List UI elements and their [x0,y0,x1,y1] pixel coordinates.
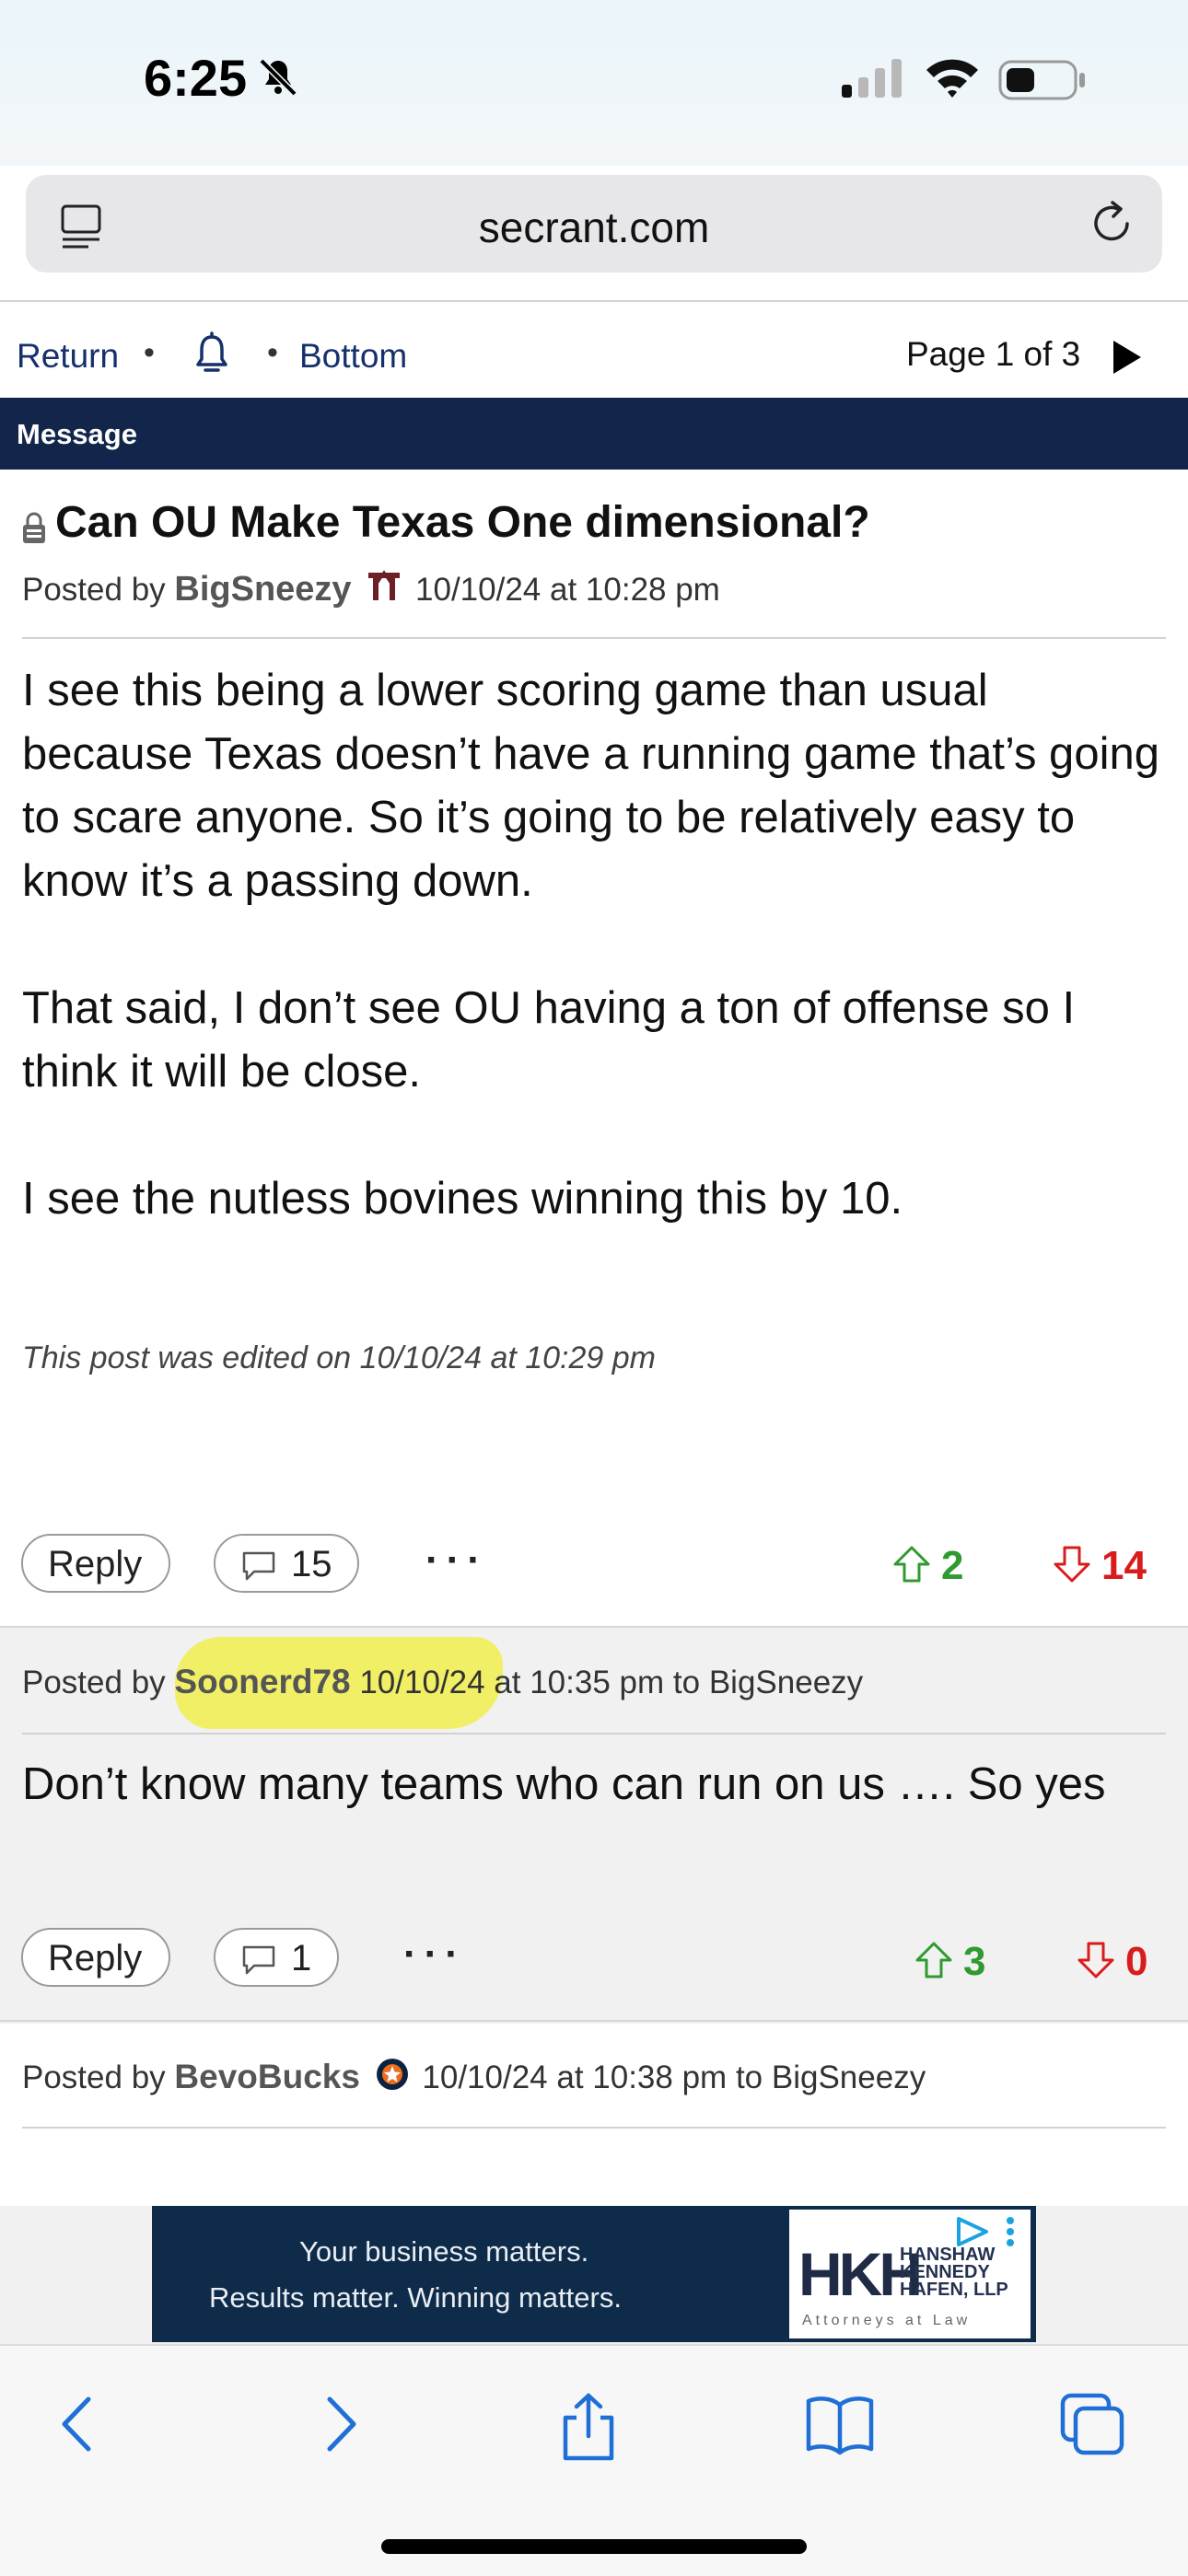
up-arrow-icon [915,1942,952,1978]
team-logo-icon [376,2059,408,2090]
upvote-button[interactable]: 2 [891,1543,963,1589]
tabs-icon[interactable] [1059,2392,1127,2456]
author-link[interactable]: BevoBucks [174,2058,360,2095]
divider [22,1733,1166,1735]
down-arrow-icon [1054,1546,1090,1583]
downvote-count: 14 [1101,1543,1147,1588]
adchoices-icon[interactable] [953,2213,1027,2250]
divider [0,2020,1188,2022]
downvote-button[interactable]: 0 [1076,1939,1147,1985]
page-indicator: Page 1 of 3 [906,335,1081,373]
forward-icon[interactable] [317,2392,363,2456]
ad-firm-name: HANSHAW KENNEDY HAFEN, LLP [900,2245,1008,2300]
to-label: to [672,1665,701,1700]
posted-by-label: Posted by [22,1665,166,1700]
edited-note: This post was edited on 10/10/24 at 10:2… [22,1340,657,1375]
more-options-button[interactable]: ··· [425,1537,488,1584]
next-page-icon[interactable] [1112,339,1143,376]
post-meta: Posted by BigSneezy 10/10/24 at 10:28 pm [22,569,720,609]
divider [22,637,1166,639]
wifi-icon [926,59,978,98]
divider [0,300,1188,302]
downvote-count: 0 [1125,1939,1148,1984]
reply-timestamp: 10/10/24 at 10:35 pm [359,1665,665,1700]
upvote-count: 3 [963,1939,986,1984]
upvote-button[interactable]: 3 [914,1939,985,1985]
home-indicator[interactable] [381,2539,807,2554]
downvote-button[interactable]: 14 [1052,1543,1147,1589]
message-header-label: Message [17,418,137,450]
author-link[interactable]: Soonerd78 [174,1663,350,1700]
thread-nav: Return • • Bottom Page 1 of 3 [0,313,1188,398]
post-paragraph: I see the nutless bovines winning this b… [22,1174,903,1224]
reply-label: Reply [48,1938,143,1978]
down-arrow-icon [1077,1942,1114,1978]
message-header: Message [0,398,1188,470]
bottom-link[interactable]: Bottom [299,337,407,376]
share-icon[interactable] [556,2392,621,2462]
divider [22,2127,1166,2129]
separator: • [267,335,278,370]
post-paragraph: That said, I don’t see OU having a ton o… [22,983,1076,1097]
separator: • [144,335,155,370]
more-options-button[interactable]: ··· [403,1932,466,1978]
replies-count-button[interactable]: 1 [214,1928,339,1987]
reload-icon[interactable] [1085,197,1138,250]
lock-icon [23,512,45,543]
ad-headline: Your business matters. [299,2235,589,2268]
reply-count: 1 [291,1938,312,1978]
url-text: secrant.com [478,203,710,251]
post-timestamp: 10/10/24 at 10:28 pm [415,572,720,608]
to-label: to [735,2060,763,2095]
cellular-signal-icon [842,59,902,98]
reply-to-link[interactable]: BigSneezy [709,1665,863,1700]
clock: 6:25 [144,49,248,107]
battery-icon [998,60,1085,100]
reply-label: Reply [48,1544,143,1584]
reply-body: Don’t know many teams who can run on us … [22,1759,1106,1809]
posted-by-label: Posted by [22,2060,166,2095]
ad-subline: Results matter. Winning matters. [209,2281,622,2314]
author-link[interactable]: BigSneezy [174,570,351,609]
reply-timestamp: 10/10/24 at 10:38 pm [422,2060,728,2095]
address-bar[interactable]: secrant.com [26,175,1162,273]
reply-button[interactable]: Reply [21,1534,170,1593]
comment-icon [242,1945,275,1975]
ad-tagline: Attorneys at Law [802,2313,972,2328]
status-bar: 6:25 secrant.com [0,0,1188,273]
post-title: Can OU Make Texas One dimensional? [55,498,870,547]
ad-firm-line: HAFEN, LLP [900,2280,1008,2300]
reply-meta: Posted by BevoBucks 10/10/24 at 10:38 pm… [22,2057,926,2096]
replies-count-button[interactable]: 15 [214,1534,359,1593]
posted-by-label: Posted by [22,572,166,608]
return-link[interactable]: Return [17,337,119,376]
notification-bell-icon[interactable] [193,331,230,376]
upvote-count: 2 [941,1543,964,1588]
team-logo-icon [368,570,401,600]
bookmarks-icon[interactable] [805,2392,875,2456]
reply-count: 15 [291,1544,332,1584]
reply-meta: Posted by Soonerd78 10/10/24 at 10:35 pm… [22,1663,863,1701]
comment-icon [242,1551,275,1581]
thumbs-up-arrow-icon [893,1546,930,1583]
back-icon[interactable] [55,2392,101,2456]
post-paragraph: I see this being a lower scoring game th… [22,666,1159,906]
reply-button[interactable]: Reply [21,1928,170,1987]
advertisement-banner[interactable]: Your business matters. Results matter. W… [152,2206,1036,2342]
reply-to-link[interactable]: BigSneezy [772,2060,926,2095]
post-body: I see this being a lower scoring game th… [22,659,1164,1294]
silent-mode-icon [259,58,297,97]
